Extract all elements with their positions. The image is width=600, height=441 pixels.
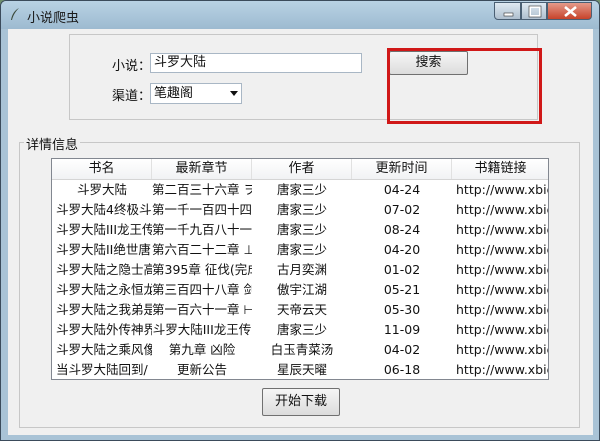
table-row[interactable]: 当斗罗大陆回到/ 更新公告 星辰天曜 06-18 http://www.xbiq… — [52, 360, 548, 379]
cell-link: http://www.xbiqu — [456, 262, 548, 277]
maximize-icon — [528, 5, 542, 18]
cell-author: 傲宇江湖 — [276, 282, 327, 297]
details-table[interactable]: 书名 最新章节 作者 更新时间 书籍链接 斗罗大陆 第二百三十六章 ヲ 唐家三少… — [51, 158, 549, 380]
close-button[interactable] — [547, 2, 592, 20]
column-header-update-time[interactable]: 更新时间 — [352, 159, 452, 179]
highlight-box — [387, 48, 542, 124]
cell-link: http://www.xbiqu — [456, 222, 548, 237]
cell-link: http://www.xbiqu — [456, 282, 548, 297]
cell-author: 唐家三少 — [276, 222, 327, 237]
cell-latest-chapter: 第九章 凶险 — [168, 342, 236, 357]
close-icon — [564, 5, 577, 18]
minimize-icon — [503, 12, 514, 17]
cell-latest-chapter: 第一百六十一章 ⊢ — [152, 302, 252, 317]
cell-name: 斗罗大陆之乘风像 — [56, 342, 152, 357]
cell-name: 斗罗大陆4终极斗 — [56, 202, 152, 217]
cell-link: http://www.xbiqu — [456, 342, 548, 357]
table-row[interactable]: 斗罗大陆之乘风像 第九章 凶险 白玉青菜汤 04-02 http://www.x… — [52, 340, 548, 360]
cell-latest-chapter: 斗罗大陆III龙王传 — [152, 322, 252, 337]
client-area: 小说： 斗罗大陆 渠道： 笔趣阁 搜索 详情信息 书名 最新章节 作者 更新时间… — [8, 29, 593, 435]
cell-author: 星辰天曜 — [276, 362, 327, 377]
cell-name: 斗罗大陆III龙王传 — [56, 222, 152, 237]
column-header-link[interactable]: 书籍链接 — [452, 159, 548, 179]
cell-name: 斗罗大陆外传神界 — [56, 322, 152, 337]
cell-latest-chapter: 第三百四十八章 剑 — [152, 282, 252, 297]
start-download-button[interactable]: 开始下载 — [262, 388, 340, 416]
table-body: 斗罗大陆 第二百三十六章 ヲ 唐家三少 04-24 http://www.xbi… — [52, 180, 548, 379]
channel-label: 渠道： — [112, 89, 152, 104]
cell-latest-chapter: 更新公告 — [176, 362, 227, 377]
column-header-name[interactable]: 书名 — [52, 159, 152, 179]
cell-latest-chapter: 第二百三十六章 ヲ — [152, 182, 252, 197]
table-row[interactable]: 斗罗大陆之我弟是 第一百六十一章 ⊢ 天帝云天 05-30 http://www… — [52, 300, 548, 320]
cell-link: http://www.xbiqu — [456, 302, 548, 317]
cell-name: 当斗罗大陆回到/ — [56, 362, 148, 377]
cell-update-time: 07-02 — [383, 202, 421, 217]
cell-link: http://www.xbiqu — [456, 362, 548, 377]
cell-name: 斗罗大陆II绝世唐 — [56, 242, 151, 257]
cell-name: 斗罗大陆之隐士高 — [56, 262, 152, 277]
cell-author: 唐家三少 — [276, 322, 327, 337]
cell-update-time: 11-09 — [383, 322, 421, 337]
cell-author: 唐家三少 — [276, 182, 327, 197]
cell-name: 斗罗大陆 — [76, 182, 127, 197]
channel-selected-value: 笔趣阁 — [154, 86, 194, 101]
title-bar[interactable]: 小说爬虫 — [1, 1, 599, 29]
window-title: 小说爬虫 — [27, 11, 80, 26]
table-row[interactable]: 斗罗大陆之隐士高 第395章 征伐(完成 古月奕渊 01-02 http://w… — [52, 260, 548, 280]
cell-name: 斗罗大陆之永恒龙 — [56, 282, 152, 297]
cell-author: 天帝云天 — [276, 302, 327, 317]
column-header-author[interactable]: 作者 — [252, 159, 352, 179]
cell-latest-chapter: 第六百二十二章 ⊥ — [152, 242, 252, 257]
table-row[interactable]: 斗罗大陆外传神界 斗罗大陆III龙王传 唐家三少 11-09 http://ww… — [52, 320, 548, 340]
table-row[interactable]: 斗罗大陆III龙王传 第一千九百八十一 唐家三少 08-24 http://ww… — [52, 220, 548, 240]
cell-update-time: 06-18 — [383, 362, 421, 377]
cell-update-time: 04-02 — [383, 342, 421, 357]
novel-label: 小说： — [112, 59, 152, 74]
table-header: 书名 最新章节 作者 更新时间 书籍链接 — [52, 159, 548, 180]
chevron-down-icon[interactable] — [230, 91, 238, 96]
cell-update-time: 01-02 — [383, 262, 421, 277]
cell-update-time: 04-20 — [383, 242, 421, 257]
cell-update-time: 04-24 — [383, 182, 421, 197]
cell-author: 唐家三少 — [276, 202, 327, 217]
cell-link: http://www.xbiqu — [456, 182, 548, 197]
cell-author: 古月奕渊 — [276, 262, 327, 277]
column-header-latest-chapter[interactable]: 最新章节 — [152, 159, 252, 179]
table-row[interactable]: 斗罗大陆之永恒龙 第三百四十八章 剑 傲宇江湖 05-21 http://www… — [52, 280, 548, 300]
app-window: 小说爬虫 小说： 斗罗大陆 渠道： 笔趣阁 搜索 详情信息 书名 最新章节 作者 — [0, 0, 600, 441]
cell-update-time: 05-30 — [383, 302, 421, 317]
details-group-label: 详情信息 — [24, 134, 81, 153]
cell-name: 斗罗大陆之我弟是 — [56, 302, 152, 317]
cell-link: http://www.xbiqu — [456, 242, 548, 257]
maximize-button[interactable] — [521, 2, 547, 20]
table-row[interactable]: 斗罗大陆II绝世唐 第六百二十二章 ⊥ 唐家三少 04-20 http://ww… — [52, 240, 548, 260]
cell-latest-chapter: 第一千一百四十四 — [152, 202, 252, 217]
cell-author: 白玉青菜汤 — [270, 342, 334, 357]
cell-link: http://www.xbiqu — [456, 322, 548, 337]
cell-author: 唐家三少 — [276, 242, 327, 257]
table-row[interactable]: 斗罗大陆4终极斗 第一千一百四十四 唐家三少 07-02 http://www.… — [52, 200, 548, 220]
cell-latest-chapter: 第一千九百八十一 — [152, 222, 252, 237]
cell-update-time: 08-24 — [383, 222, 421, 237]
cell-latest-chapter: 第395章 征伐(完成 — [152, 262, 252, 277]
cell-link: http://www.xbiqu — [456, 202, 548, 217]
table-row[interactable]: 斗罗大陆 第二百三十六章 ヲ 唐家三少 04-24 http://www.xbi… — [52, 180, 548, 200]
channel-select[interactable]: 笔趣阁 — [150, 83, 242, 104]
minimize-button[interactable] — [494, 2, 521, 20]
feather-icon — [11, 8, 19, 20]
novel-input[interactable]: 斗罗大陆 — [150, 53, 362, 73]
cell-update-time: 05-21 — [383, 282, 421, 297]
